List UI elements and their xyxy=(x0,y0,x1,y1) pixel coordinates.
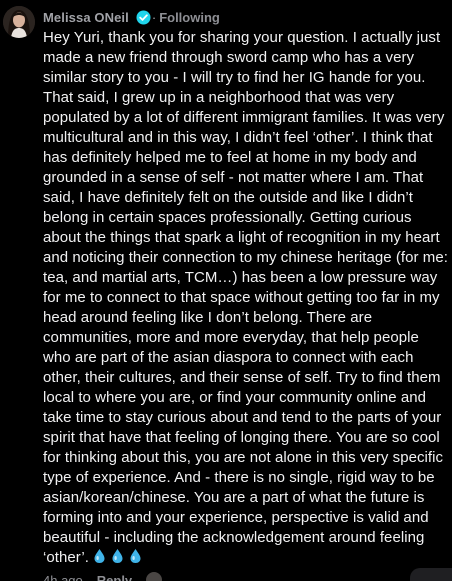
droplet-icon xyxy=(92,548,107,564)
avatar[interactable] xyxy=(3,6,35,38)
comment-header: Melissa ONeil · Following xyxy=(43,8,220,26)
comment-body: Hey Yuri, thank you for sharing your que… xyxy=(43,29,448,566)
comment-text: Hey Yuri, thank you for sharing your que… xyxy=(43,28,449,568)
following-button[interactable]: Following xyxy=(159,10,220,25)
emoji-group xyxy=(89,549,143,566)
creator-like-avatar xyxy=(146,572,163,581)
separator-dot: · xyxy=(151,9,157,25)
corner-panel xyxy=(410,568,452,581)
reply-button[interactable]: Reply xyxy=(97,573,132,581)
droplet-icon xyxy=(110,548,125,564)
comment-footer: 4h ago Reply xyxy=(43,572,163,581)
comment-age: 4h ago xyxy=(43,572,83,581)
droplet-icon xyxy=(128,548,143,564)
username[interactable]: Melissa ONeil xyxy=(43,10,129,25)
verified-badge-icon xyxy=(136,10,151,25)
